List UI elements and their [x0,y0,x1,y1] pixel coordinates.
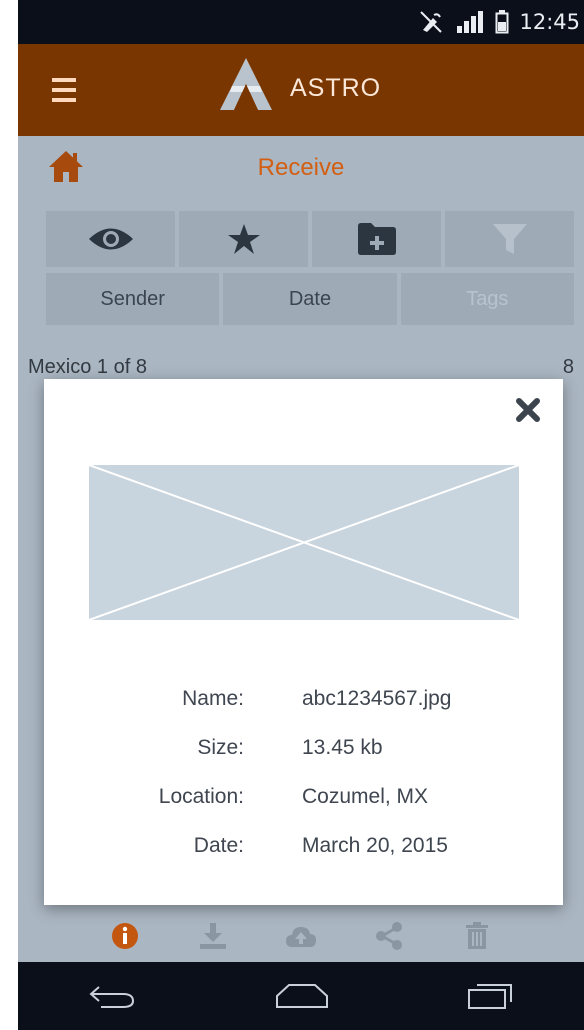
group-label: Mexico 1 of 8 [28,356,147,378]
recent-apps-icon[interactable] [467,982,515,1010]
detail-label: Date: [193,833,244,857]
info-icon [112,923,138,949]
detail-value: Cozumel, MX [302,784,429,808]
close-icon[interactable] [515,397,541,423]
image-placeholder [89,465,519,620]
download-button[interactable] [195,918,231,954]
detail-row-size: Size: 13.45 kb [44,723,563,772]
back-icon[interactable] [87,983,137,1009]
detail-row-date: Date: March 20, 2015 [44,821,563,870]
file-details: Name: abc1234567.jpg Size: 13.45 kb Loca… [44,674,563,870]
detail-row-location: Location: Cozumel, MX [44,772,563,821]
detail-value: abc1234567.jpg [302,686,452,710]
trash-icon [466,922,488,949]
mute-icon [420,11,443,33]
filter-icon [492,224,527,254]
app-bar: ASTRO [18,44,584,136]
toolbar [46,211,574,267]
detail-label: Size: [197,735,244,759]
share-button[interactable] [371,918,407,954]
detail-row-name: Name: abc1234567.jpg [44,674,563,723]
new-folder-button[interactable] [312,211,441,267]
delete-button[interactable] [459,918,495,954]
view-button[interactable] [46,211,175,267]
sort-date-button[interactable]: Date [223,273,397,325]
detail-label: Name: [182,686,244,710]
sort-sender-button[interactable]: Sender [46,273,220,325]
favorite-button[interactable] [179,211,308,267]
folder-add-icon [357,223,396,255]
download-icon [200,923,226,949]
home-nav-icon[interactable] [275,983,329,1009]
group-count: 8 [562,356,574,378]
group-header: Mexico 1 of 8 8 [28,356,574,379]
eye-icon [88,228,133,250]
share-icon [376,922,402,950]
status-time: 12:45 [519,10,580,34]
detail-value: March 20, 2015 [302,833,448,857]
detail-label: Location: [158,784,244,808]
page-title: Receive [257,154,345,181]
menu-icon[interactable] [52,78,76,102]
filter-button[interactable] [445,211,574,267]
info-button[interactable] [107,918,143,954]
astro-logo [220,58,272,110]
upload-button[interactable] [283,918,319,954]
bottom-action-bar [18,915,584,957]
sort-bar: Sender Date Tags [46,273,574,325]
cloud-upload-icon [286,927,316,947]
app-title: ASTRO [290,74,382,102]
battery-icon [495,10,509,34]
system-nav-bar [18,962,584,1030]
file-info-dialog: Name: abc1234567.jpg Size: 13.45 kb Loca… [44,379,563,905]
star-icon [227,224,260,254]
status-bar: 12:45 [18,0,584,44]
signal-icon [457,11,484,33]
detail-value: 13.45 kb [302,735,383,759]
sort-tags-button[interactable]: Tags [400,273,574,325]
